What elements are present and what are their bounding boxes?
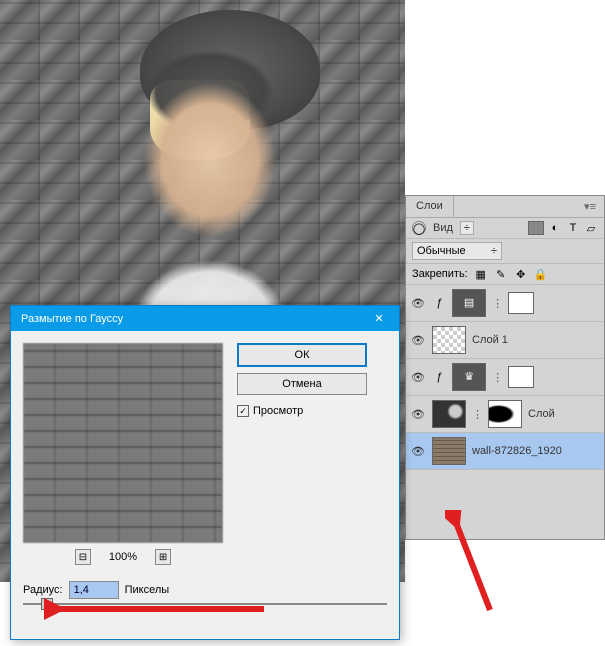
tab-layers[interactable]: Слои — [406, 196, 454, 217]
layer-name[interactable]: wall-872826_1920 — [472, 445, 600, 457]
chevron-down-icon: ÷ — [491, 245, 497, 257]
gaussian-blur-dialog: Размытие по Гауссу ✕ ⊟ 100% ⊞ ОК Отмена … — [10, 305, 400, 640]
lock-all-icon[interactable]: 🔒 — [534, 267, 548, 281]
link-icon: ⋮ — [472, 408, 482, 421]
blend-mode-value: Обычные — [417, 245, 466, 257]
layers-tabbar: Слои ▾≡ — [406, 196, 604, 218]
mask-thumb[interactable] — [508, 292, 534, 314]
blend-row: Обычные ÷ — [406, 239, 604, 264]
visibility-icon[interactable]: 👁 — [410, 371, 426, 384]
radius-row: Радиус: Пикселы — [11, 581, 399, 599]
layer-thumb[interactable] — [432, 326, 466, 354]
zoom-controls: ⊟ 100% ⊞ — [75, 549, 171, 565]
panel-menu-icon[interactable]: ▾≡ — [576, 196, 604, 217]
layer-name[interactable]: Слой — [528, 408, 600, 420]
kind-dropdown[interactable]: ÷ — [460, 221, 474, 235]
filter-type-icon[interactable]: T — [566, 221, 580, 235]
fx-icon[interactable]: ƒ — [432, 297, 446, 309]
dialog-buttons: ОК Отмена ✓ Просмотр — [237, 343, 367, 565]
layer-name[interactable]: Слой 1 — [472, 334, 600, 346]
layer-thumb[interactable] — [432, 400, 466, 428]
visibility-icon[interactable]: 👁 — [410, 408, 426, 421]
layer-row[interactable]: 👁 ⋮ Слой — [406, 396, 604, 433]
layer-row[interactable]: 👁 Слой 1 — [406, 322, 604, 359]
app-root: user-life.com Слои ▾≡ ◯ Вид ÷ ◐ T ▱ Обыч… — [0, 0, 605, 646]
preview-column: ⊟ 100% ⊞ — [23, 343, 223, 565]
radius-slider[interactable] — [11, 599, 399, 617]
slider-track[interactable] — [23, 603, 387, 605]
lock-row: Закрепить: ▦ ✎ ✥ 🔒 — [406, 264, 604, 285]
layer-thumb[interactable]: ▤ — [452, 289, 486, 317]
layer-row-selected[interactable]: 👁 wall-872826_1920 — [406, 433, 604, 470]
radius-label: Радиус: — [23, 584, 63, 596]
close-icon[interactable]: ✕ — [369, 312, 389, 325]
lock-position-icon[interactable]: ✥ — [514, 267, 528, 281]
layer-row[interactable]: 👁 ƒ ▤ ⋮ — [406, 285, 604, 322]
preview-image[interactable] — [23, 343, 223, 543]
fx-icon[interactable]: ƒ — [432, 371, 446, 383]
zoom-value: 100% — [109, 551, 137, 563]
mask-thumb[interactable] — [488, 400, 522, 428]
lock-label: Закрепить: — [412, 268, 468, 280]
dialog-body: ⊟ 100% ⊞ ОК Отмена ✓ Просмотр — [11, 331, 399, 577]
layers-panel: Слои ▾≡ ◯ Вид ÷ ◐ T ▱ Обычные ÷ Закрепит… — [405, 195, 605, 540]
preview-checkbox-label: Просмотр — [253, 405, 303, 417]
ok-button[interactable]: ОК — [237, 343, 367, 367]
layer-thumb[interactable] — [432, 437, 466, 465]
lock-pixels-icon[interactable]: ✎ — [494, 267, 508, 281]
cancel-button[interactable]: Отмена — [237, 373, 367, 395]
dialog-title: Размытие по Гауссу — [21, 313, 123, 325]
link-icon: ⋮ — [492, 297, 502, 310]
kind-label: Вид — [430, 222, 456, 234]
link-icon: ⋮ — [492, 371, 502, 384]
visibility-icon[interactable]: 👁 — [410, 297, 426, 310]
radius-unit: Пикселы — [125, 584, 170, 596]
preview-checkbox-row[interactable]: ✓ Просмотр — [237, 405, 367, 417]
checkbox-icon[interactable]: ✓ — [237, 405, 249, 417]
filter-pixel-icon[interactable] — [528, 221, 544, 235]
blend-mode-dropdown[interactable]: Обычные ÷ — [412, 242, 502, 260]
visibility-icon[interactable]: 👁 — [410, 334, 426, 347]
layers-filter-row: ◯ Вид ÷ ◐ T ▱ — [406, 218, 604, 239]
layer-thumb[interactable]: ♛ — [452, 363, 486, 391]
mask-thumb[interactable] — [508, 366, 534, 388]
radius-input[interactable] — [69, 581, 119, 599]
zoom-out-button[interactable]: ⊟ — [75, 549, 91, 565]
slider-handle[interactable] — [41, 598, 53, 610]
lock-transparency-icon[interactable]: ▦ — [474, 267, 488, 281]
layer-row[interactable]: 👁 ƒ ♛ ⋮ — [406, 359, 604, 396]
zoom-in-button[interactable]: ⊞ — [155, 549, 171, 565]
visibility-icon[interactable]: 👁 — [410, 445, 426, 458]
layer-list: 👁 ƒ ▤ ⋮ 👁 Слой 1 👁 ƒ ♛ ⋮ 👁 — [406, 285, 604, 539]
filter-adjust-icon[interactable]: ◐ — [548, 221, 562, 235]
filter-shape-icon[interactable]: ▱ — [584, 221, 598, 235]
filter-toggle-icon[interactable]: ◯ — [412, 221, 426, 235]
dialog-titlebar[interactable]: Размытие по Гауссу ✕ — [11, 306, 399, 331]
